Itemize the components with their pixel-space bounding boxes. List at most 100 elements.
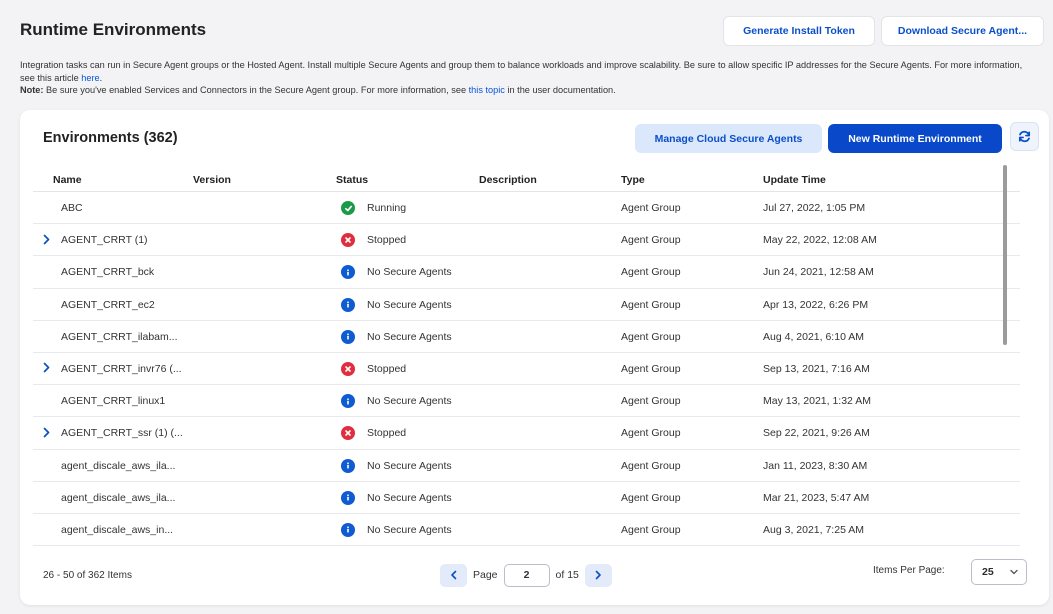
environments-title: Environments (362) bbox=[43, 130, 178, 146]
row-status: Stopped bbox=[367, 362, 407, 375]
table-row[interactable]: AGENT_CRRT_linux1 No Secure Agents Agent G… bbox=[33, 385, 1020, 418]
note-text: Be sure you've enabled Services and Conn… bbox=[43, 85, 469, 95]
row-update-time: Apr 13, 2022, 6:26 PM bbox=[763, 298, 869, 311]
refresh-button[interactable] bbox=[1010, 122, 1039, 151]
row-type: Agent Group bbox=[621, 266, 681, 279]
row-type: Agent Group bbox=[621, 427, 681, 440]
row-name[interactable]: AGENT_CRRT_ssr (1) (... bbox=[61, 427, 183, 439]
generate-install-token-button[interactable]: Generate Install Token bbox=[723, 16, 875, 46]
refresh-icon bbox=[1018, 130, 1031, 143]
intro-line: Integration tasks can run in Secure Agen… bbox=[20, 60, 1023, 83]
chevron-left-icon bbox=[450, 570, 456, 580]
expand-row-button[interactable] bbox=[39, 231, 53, 247]
chevron-down-icon bbox=[1010, 569, 1018, 575]
info-circle-icon bbox=[341, 394, 355, 409]
chevron-right-icon bbox=[43, 427, 49, 438]
column-header-name[interactable]: Name bbox=[53, 174, 82, 186]
pagination: Page 2 of 15 bbox=[440, 562, 612, 588]
page-number-input[interactable]: 2 bbox=[503, 563, 550, 587]
row-status: No Secure Agents bbox=[367, 395, 452, 408]
row-type: Agent Group bbox=[621, 362, 681, 375]
column-header-type[interactable]: Type bbox=[621, 174, 645, 186]
next-page-button[interactable] bbox=[584, 563, 612, 587]
table-row[interactable]: agent_discale_aws_ila... No Secure Agents… bbox=[33, 450, 1020, 482]
table-row[interactable]: ABC Running Agent Group Jul 27, 2022, 1:05 … bbox=[33, 192, 1020, 225]
row-update-time: Jul 27, 2022, 1:05 PM bbox=[763, 202, 866, 214]
row-status: No Secure Agents bbox=[367, 491, 452, 504]
row-status: No Secure Agents bbox=[367, 298, 452, 311]
row-type: Agent Group bbox=[621, 234, 681, 247]
page-total: of 15 bbox=[555, 569, 579, 581]
table-row[interactable]: AGENT_CRRT_ilabam... No Secure Agents Agen… bbox=[33, 321, 1020, 353]
column-header-update-time[interactable]: Update Time bbox=[763, 174, 826, 186]
items-per-page-label: Items Per Page: bbox=[873, 565, 945, 576]
info-circle-icon bbox=[341, 329, 355, 344]
intro-period: . bbox=[99, 72, 103, 83]
check-circle-icon bbox=[341, 201, 355, 215]
table-row[interactable]: agent_discale_aws_in... No Secure Agents A… bbox=[33, 514, 1020, 547]
row-name[interactable]: AGENT_CRRT_linux1 bbox=[61, 395, 165, 407]
environments-table: Name Version Status Description Type Upd… bbox=[33, 167, 1020, 547]
column-header-description[interactable]: Description bbox=[479, 174, 537, 186]
row-update-time: Jun 24, 2021, 12:58 AM bbox=[763, 266, 874, 279]
new-runtime-environment-button[interactable]: New Runtime Environment bbox=[828, 124, 1002, 153]
column-header-status[interactable]: Status bbox=[336, 174, 368, 186]
row-update-time: Aug 3, 2021, 7:25 AM bbox=[763, 523, 864, 536]
manage-cloud-secure-agents-button[interactable]: Manage Cloud Secure Agents bbox=[635, 124, 822, 153]
row-name[interactable]: agent_discale_aws_in... bbox=[61, 524, 173, 536]
table-row[interactable]: agent_discale_aws_ila... No Secure Agents… bbox=[33, 482, 1020, 514]
here-link[interactable]: here bbox=[81, 73, 99, 83]
table-body: ABC Running Agent Group Jul 27, 2022, 1:05 … bbox=[33, 192, 1020, 547]
table-row[interactable]: AGENT_CRRT_invr76 (... Stopped Agent Group… bbox=[33, 353, 1020, 386]
error-circle-icon bbox=[341, 233, 355, 248]
intro-paragraph: Integration tasks can run in Secure Agen… bbox=[20, 59, 1035, 84]
row-type: Agent Group bbox=[621, 491, 681, 504]
table-row[interactable]: AGENT_CRRT_bck No Secure Agents Agent Grou… bbox=[33, 256, 1020, 289]
info-circle-icon bbox=[341, 297, 355, 312]
row-update-time: Aug 4, 2021, 6:10 AM bbox=[763, 330, 864, 343]
column-header-version[interactable]: Version bbox=[193, 174, 231, 186]
row-update-time: Sep 13, 2021, 7:16 AM bbox=[763, 362, 870, 375]
row-name[interactable]: agent_discale_aws_ila... bbox=[61, 492, 175, 504]
row-type: Agent Group bbox=[621, 330, 681, 343]
page-header: Runtime Environments bbox=[20, 20, 206, 40]
note-paragraph: Note: Be sure you've enabled Services an… bbox=[20, 84, 1035, 97]
table-scrollbar[interactable] bbox=[1003, 165, 1007, 345]
row-name[interactable]: AGENT_CRRT_bck bbox=[61, 266, 154, 278]
row-name[interactable]: AGENT_CRRT_ec2 bbox=[61, 299, 155, 311]
error-circle-icon bbox=[341, 426, 355, 441]
expand-row-button[interactable] bbox=[39, 424, 53, 440]
table-row[interactable]: AGENT_CRRT_ec2 No Secure Agents Agent Grou… bbox=[33, 289, 1020, 321]
row-update-time: Sep 22, 2021, 9:26 AM bbox=[763, 427, 870, 440]
row-update-time: May 22, 2022, 12:08 AM bbox=[763, 234, 877, 247]
table-row[interactable]: AGENT_CRRT_ssr (1) (... Stopped Agent Grou… bbox=[33, 417, 1020, 450]
table-header: Name Version Status Description Type Upd… bbox=[33, 167, 1020, 192]
row-status: Stopped bbox=[367, 234, 407, 247]
prev-page-button[interactable] bbox=[440, 563, 467, 587]
row-name[interactable]: AGENT_CRRT_invr76 (... bbox=[61, 363, 182, 375]
items-per-page-select[interactable]: 25 bbox=[971, 559, 1027, 585]
this-topic-link[interactable]: this topic bbox=[469, 85, 505, 95]
note-label: Note: bbox=[20, 85, 44, 95]
row-name[interactable]: agent_discale_aws_ila... bbox=[61, 460, 175, 472]
expand-row-button[interactable] bbox=[39, 360, 53, 376]
row-type: Agent Group bbox=[621, 202, 681, 214]
row-type: Agent Group bbox=[621, 298, 681, 311]
download-secure-agent-button[interactable]: Download Secure Agent... bbox=[881, 16, 1044, 46]
row-name[interactable]: ABC bbox=[61, 202, 83, 214]
page-label: Page bbox=[473, 569, 498, 581]
row-status: Stopped bbox=[367, 427, 407, 440]
info-circle-icon bbox=[341, 458, 355, 473]
row-name[interactable]: AGENT_CRRT_ilabam... bbox=[61, 331, 178, 343]
note-end: in the user documentation. bbox=[504, 85, 616, 95]
row-type: Agent Group bbox=[621, 395, 681, 408]
row-name[interactable]: AGENT_CRRT (1) bbox=[61, 234, 148, 246]
row-status: Running bbox=[367, 202, 407, 214]
table-row[interactable]: AGENT_CRRT (1) Stopped Agent Group May 22, … bbox=[33, 224, 1020, 257]
row-update-time: Mar 21, 2023, 5:47 AM bbox=[763, 491, 870, 504]
info-circle-icon bbox=[341, 522, 355, 537]
row-type: Agent Group bbox=[621, 523, 681, 536]
info-circle-icon bbox=[341, 265, 355, 280]
row-status: No Secure Agents bbox=[367, 459, 452, 472]
environments-card: Environments (362) Manage Cloud Secure A… bbox=[20, 110, 1049, 605]
